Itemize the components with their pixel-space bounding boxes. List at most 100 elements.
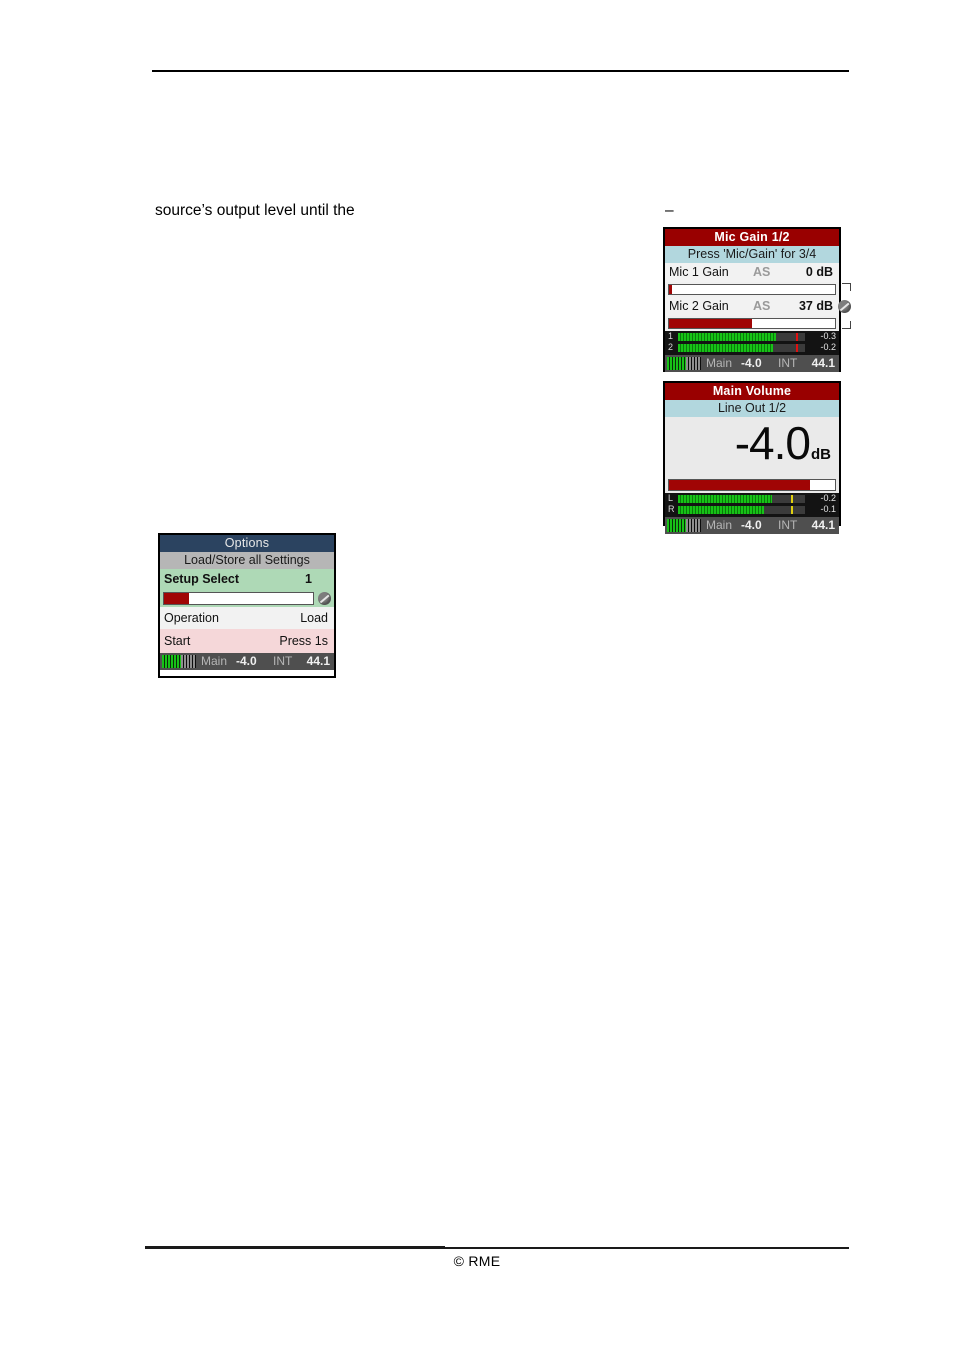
status-main-label: Main: [706, 356, 733, 370]
status-mini-meter-fill: [162, 655, 181, 668]
mic-gain-title: Mic Gain 1/2: [665, 229, 839, 246]
meter-fill: [678, 506, 765, 514]
main-volume-level-meters: L -0.2 R -0.1: [665, 493, 839, 517]
footer-rule-right: [445, 1247, 849, 1249]
meter-bar: [678, 344, 805, 352]
meter-channel-id: R: [668, 504, 675, 514]
mic-1-gain-slider-fill: [669, 285, 673, 294]
meter-peak-marker: [796, 333, 799, 341]
status-mini-meter: [667, 357, 701, 370]
mic-gain-panel[interactable]: Mic Gain 1/2 Press 'Mic/Gain' for 3/4 Mi…: [663, 227, 851, 372]
status-mini-meter-rest: [180, 655, 196, 668]
status-main-value: -4.0: [236, 654, 257, 668]
start-row[interactable]: Start Press 1s: [160, 629, 334, 653]
setup-select-slider-track: [163, 592, 314, 605]
status-mini-meter: [162, 655, 196, 668]
main-volume-slider[interactable]: [665, 477, 839, 493]
meter-peak-marker: [791, 506, 794, 514]
main-volume-readout: -4.0dB: [665, 417, 839, 477]
status-clock-label: INT: [273, 654, 293, 668]
mic-2-gain-slider-fill: [669, 319, 752, 328]
meter-channel-id: L: [668, 493, 674, 503]
mic-2-bracket-icon: [842, 321, 851, 329]
status-main-value: -4.0: [741, 518, 762, 532]
mic-2-gain-slider-track: [668, 318, 836, 329]
status-mini-meter-rest: [685, 519, 701, 532]
status-sample-rate: 44.1: [811, 356, 835, 370]
meter-fill: [678, 333, 776, 341]
footer-copyright: © RME: [453, 1253, 501, 1269]
setup-select-slider[interactable]: [160, 590, 334, 607]
options-subtitle: Load/Store all Settings: [160, 552, 334, 569]
main-volume-slider-fill: [669, 480, 811, 490]
status-sample-rate: 44.1: [811, 518, 835, 532]
options-panel[interactable]: Options Load/Store all Settings Setup Se…: [158, 533, 336, 678]
meter-peak-value: -0.2: [820, 342, 836, 352]
status-mini-meter-fill: [667, 357, 686, 370]
mic-gain-status-bar: Main -4.0 INT 44.1: [665, 355, 839, 372]
status-mini-meter-rest: [685, 357, 701, 370]
status-mini-meter-fill: [667, 519, 686, 532]
main-volume-value: -4.0: [734, 417, 811, 469]
meter-row: 2 -0.2: [667, 342, 837, 353]
meter-peak-marker: [796, 344, 799, 352]
setup-select-value: 1: [305, 572, 312, 586]
meter-peak-value: -0.3: [820, 331, 836, 341]
operation-value: Load: [300, 611, 328, 625]
meter-bar: [678, 333, 805, 341]
status-main-label: Main: [706, 518, 733, 532]
mic-1-autoset-badge: AS: [753, 265, 771, 279]
body-paragraph: source’s output level until the: [155, 202, 355, 219]
mic-2-gain-value: 37 dB: [798, 299, 833, 313]
status-clock-label: INT: [778, 356, 798, 370]
options-title: Options: [160, 535, 334, 552]
setup-select-slider-fill: [164, 593, 190, 604]
mic-1-gain-slider[interactable]: [665, 282, 851, 297]
setup-select-label: Setup Select: [164, 572, 240, 586]
main-volume-slider-track: [668, 479, 836, 491]
status-main-label: Main: [201, 654, 228, 668]
mic-2-autoset-badge: AS: [753, 299, 771, 313]
header-rule: [152, 70, 849, 72]
mic-1-gain-slider-track: [668, 284, 836, 295]
main-volume-title: Main Volume: [665, 383, 839, 400]
mic-2-gain-slider[interactable]: [665, 316, 851, 331]
encoder-knob-icon[interactable]: [838, 300, 851, 313]
main-volume-subtitle: Line Out 1/2: [665, 400, 839, 417]
meter-peak-value: -0.1: [820, 504, 836, 514]
meter-fill: [678, 495, 772, 503]
main-volume-unit: dB: [811, 446, 831, 463]
status-sample-rate: 44.1: [306, 654, 330, 668]
encoder-knob-icon[interactable]: [318, 592, 331, 605]
options-status-bar: Main -4.0 INT 44.1: [160, 653, 334, 670]
meter-fill: [678, 344, 774, 352]
mic-gain-subtitle: Press 'Mic/Gain' for 3/4: [665, 246, 839, 263]
status-mini-meter: [667, 519, 701, 532]
mic-2-gain-row[interactable]: Mic 2 Gain AS 37 dB: [665, 297, 851, 316]
mic-1-bracket-icon: [842, 283, 851, 291]
meter-row: 1 -0.3: [667, 331, 837, 342]
start-label: Start: [164, 634, 191, 648]
mic-gain-level-meters: 1 -0.3 2 -0.2: [665, 331, 839, 355]
footer-rule-left: [145, 1246, 445, 1249]
meter-peak-marker: [791, 495, 794, 503]
mic-1-gain-row[interactable]: Mic 1 Gain AS 0 dB: [665, 263, 839, 282]
setup-select-row[interactable]: Setup Select 1: [160, 569, 334, 590]
status-clock-label: INT: [778, 518, 798, 532]
dash-glyph: –: [665, 202, 674, 219]
meter-channel-id: 1: [668, 331, 674, 341]
meter-channel-id: 2: [668, 342, 674, 352]
main-volume-status-bar: Main -4.0 INT 44.1: [665, 517, 839, 534]
meter-peak-value: -0.2: [820, 493, 836, 503]
mic-1-gain-label: Mic 1 Gain: [669, 265, 729, 279]
operation-row[interactable]: Operation Load: [160, 607, 334, 629]
status-main-value: -4.0: [741, 356, 762, 370]
meter-row: L -0.2: [667, 493, 837, 504]
main-volume-panel[interactable]: Main Volume Line Out 1/2 -4.0dB L -0.2 R…: [663, 381, 841, 534]
operation-label: Operation: [164, 611, 219, 625]
start-value: Press 1s: [279, 634, 328, 648]
meter-bar: [678, 495, 805, 503]
mic-1-gain-value: 0 dB: [805, 265, 833, 279]
meter-row: R -0.1: [667, 504, 837, 515]
meter-bar: [678, 506, 805, 514]
